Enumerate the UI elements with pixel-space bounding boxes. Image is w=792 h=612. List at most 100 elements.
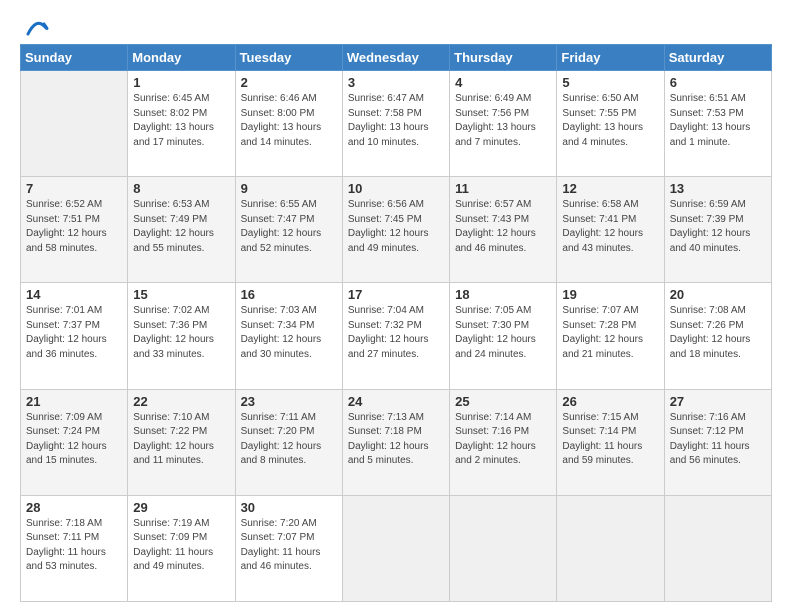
day-info: Sunrise: 7:15 AM Sunset: 7:14 PM Dayligh… <box>562 411 658 469</box>
calendar-cell: 14Sunrise: 7:01 AM Sunset: 7:37 PM Dayli… <box>21 283 128 389</box>
calendar-week-row: 1 Sunrise: 6:45 AM Sunset: 8:02 PM Daylig… <box>21 71 772 177</box>
calendar-cell: 2 Sunrise: 6:46 AM Sunset: 8:00 PM Daylig… <box>235 71 342 177</box>
day-info: Sunrise: 6:53 AM Sunset: 7:49 PM Dayligh… <box>133 198 229 256</box>
day-number: 28 <box>26 500 122 515</box>
calendar-cell: 16 Sunrise: 7:03 AM Sunset: 7:34 PM Dayli… <box>235 283 342 389</box>
day-info: Sunrise: 7:19 AM Sunset: 7:09 PM Dayligh… <box>133 517 229 575</box>
day-number: 19 <box>562 287 658 302</box>
day-number: 8 <box>133 181 229 196</box>
day-info: Sunrise: 6:45 AM Sunset: 8:02 PM Dayligh… <box>133 92 229 150</box>
day-number: 4 <box>455 75 551 90</box>
calendar-cell: 4 Sunrise: 6:49 AM Sunset: 7:56 PM Daylig… <box>450 71 557 177</box>
calendar-week-row: 14Sunrise: 7:01 AM Sunset: 7:37 PM Dayli… <box>21 283 772 389</box>
calendar-table: SundayMondayTuesdayWednesdayThursdayFrid… <box>20 44 772 602</box>
calendar-cell <box>21 71 128 177</box>
calendar-week-row: 7 Sunrise: 6:52 AM Sunset: 7:51 PM Daylig… <box>21 177 772 283</box>
weekday-header-sunday: Sunday <box>21 45 128 71</box>
day-number: 5 <box>562 75 658 90</box>
calendar-cell: 17 Sunrise: 7:04 AM Sunset: 7:32 PM Dayli… <box>342 283 449 389</box>
day-number: 10 <box>348 181 444 196</box>
day-number: 1 <box>133 75 229 90</box>
day-info: Sunrise: 7:09 AM Sunset: 7:24 PM Dayligh… <box>26 411 122 469</box>
calendar-cell <box>450 495 557 601</box>
day-info: Sunrise: 7:05 AM Sunset: 7:30 PM Dayligh… <box>455 304 551 362</box>
day-info: Sunrise: 7:04 AM Sunset: 7:32 PM Dayligh… <box>348 304 444 362</box>
day-info: Sunrise: 7:03 AM Sunset: 7:34 PM Dayligh… <box>241 304 337 362</box>
calendar-cell: 30 Sunrise: 7:20 AM Sunset: 7:07 PM Dayli… <box>235 495 342 601</box>
calendar-cell: 28 Sunrise: 7:18 AM Sunset: 7:11 PM Dayli… <box>21 495 128 601</box>
logo-icon <box>22 16 50 40</box>
calendar-cell: 5 Sunrise: 6:50 AM Sunset: 7:55 PM Daylig… <box>557 71 664 177</box>
day-info: Sunrise: 6:49 AM Sunset: 7:56 PM Dayligh… <box>455 92 551 150</box>
day-info: Sunrise: 7:02 AM Sunset: 7:36 PM Dayligh… <box>133 304 229 362</box>
day-info: Sunrise: 6:56 AM Sunset: 7:45 PM Dayligh… <box>348 198 444 256</box>
day-info: Sunrise: 7:18 AM Sunset: 7:11 PM Dayligh… <box>26 517 122 575</box>
day-number: 29 <box>133 500 229 515</box>
calendar-cell: 15Sunrise: 7:02 AM Sunset: 7:36 PM Dayli… <box>128 283 235 389</box>
weekday-header-saturday: Saturday <box>664 45 771 71</box>
day-info: Sunrise: 7:16 AM Sunset: 7:12 PM Dayligh… <box>670 411 766 469</box>
calendar-cell: 21 Sunrise: 7:09 AM Sunset: 7:24 PM Dayli… <box>21 389 128 495</box>
day-info: Sunrise: 7:14 AM Sunset: 7:16 PM Dayligh… <box>455 411 551 469</box>
calendar-cell: 13 Sunrise: 6:59 AM Sunset: 7:39 PM Dayli… <box>664 177 771 283</box>
calendar-cell: 29 Sunrise: 7:19 AM Sunset: 7:09 PM Dayli… <box>128 495 235 601</box>
day-number: 12 <box>562 181 658 196</box>
calendar-cell: 12 Sunrise: 6:58 AM Sunset: 7:41 PM Dayli… <box>557 177 664 283</box>
calendar-cell: 11 Sunrise: 6:57 AM Sunset: 7:43 PM Dayli… <box>450 177 557 283</box>
calendar-cell: 6 Sunrise: 6:51 AM Sunset: 7:53 PM Daylig… <box>664 71 771 177</box>
day-info: Sunrise: 6:55 AM Sunset: 7:47 PM Dayligh… <box>241 198 337 256</box>
calendar-week-row: 21 Sunrise: 7:09 AM Sunset: 7:24 PM Dayli… <box>21 389 772 495</box>
day-info: Sunrise: 6:51 AM Sunset: 7:53 PM Dayligh… <box>670 92 766 150</box>
calendar-cell <box>664 495 771 601</box>
day-info: Sunrise: 6:57 AM Sunset: 7:43 PM Dayligh… <box>455 198 551 256</box>
calendar-cell: 7 Sunrise: 6:52 AM Sunset: 7:51 PM Daylig… <box>21 177 128 283</box>
weekday-header-tuesday: Tuesday <box>235 45 342 71</box>
day-number: 11 <box>455 181 551 196</box>
day-number: 30 <box>241 500 337 515</box>
calendar-cell: 8 Sunrise: 6:53 AM Sunset: 7:49 PM Daylig… <box>128 177 235 283</box>
day-number: 2 <box>241 75 337 90</box>
calendar-cell: 27 Sunrise: 7:16 AM Sunset: 7:12 PM Dayli… <box>664 389 771 495</box>
day-number: 3 <box>348 75 444 90</box>
day-info: Sunrise: 6:58 AM Sunset: 7:41 PM Dayligh… <box>562 198 658 256</box>
calendar-header-row: SundayMondayTuesdayWednesdayThursdayFrid… <box>21 45 772 71</box>
calendar-cell <box>557 495 664 601</box>
weekday-header-friday: Friday <box>557 45 664 71</box>
day-info: Sunrise: 7:01 AM Sunset: 7:37 PM Dayligh… <box>26 304 122 362</box>
day-number: 17 <box>348 287 444 302</box>
day-info: Sunrise: 7:20 AM Sunset: 7:07 PM Dayligh… <box>241 517 337 575</box>
calendar-cell: 26Sunrise: 7:15 AM Sunset: 7:14 PM Dayli… <box>557 389 664 495</box>
day-number: 9 <box>241 181 337 196</box>
day-info: Sunrise: 6:46 AM Sunset: 8:00 PM Dayligh… <box>241 92 337 150</box>
calendar-cell: 1 Sunrise: 6:45 AM Sunset: 8:02 PM Daylig… <box>128 71 235 177</box>
day-number: 23 <box>241 394 337 409</box>
day-number: 20 <box>670 287 766 302</box>
calendar-cell: 3 Sunrise: 6:47 AM Sunset: 7:58 PM Daylig… <box>342 71 449 177</box>
day-info: Sunrise: 6:59 AM Sunset: 7:39 PM Dayligh… <box>670 198 766 256</box>
day-number: 6 <box>670 75 766 90</box>
day-info: Sunrise: 7:08 AM Sunset: 7:26 PM Dayligh… <box>670 304 766 362</box>
calendar-cell: 24Sunrise: 7:13 AM Sunset: 7:18 PM Dayli… <box>342 389 449 495</box>
calendar-cell <box>342 495 449 601</box>
weekday-header-thursday: Thursday <box>450 45 557 71</box>
calendar-cell: 19 Sunrise: 7:07 AM Sunset: 7:28 PM Dayli… <box>557 283 664 389</box>
calendar-cell: 23 Sunrise: 7:11 AM Sunset: 7:20 PM Dayli… <box>235 389 342 495</box>
calendar-cell: 9 Sunrise: 6:55 AM Sunset: 7:47 PM Daylig… <box>235 177 342 283</box>
day-number: 22 <box>133 394 229 409</box>
day-number: 27 <box>670 394 766 409</box>
day-info: Sunrise: 7:07 AM Sunset: 7:28 PM Dayligh… <box>562 304 658 362</box>
weekday-header-wednesday: Wednesday <box>342 45 449 71</box>
day-number: 21 <box>26 394 122 409</box>
day-number: 25 <box>455 394 551 409</box>
day-number: 7 <box>26 181 122 196</box>
calendar-cell: 10 Sunrise: 6:56 AM Sunset: 7:45 PM Dayli… <box>342 177 449 283</box>
day-number: 18 <box>455 287 551 302</box>
day-info: Sunrise: 6:47 AM Sunset: 7:58 PM Dayligh… <box>348 92 444 150</box>
day-number: 16 <box>241 287 337 302</box>
day-number: 13 <box>670 181 766 196</box>
day-info: Sunrise: 6:52 AM Sunset: 7:51 PM Dayligh… <box>26 198 122 256</box>
day-info: Sunrise: 7:11 AM Sunset: 7:20 PM Dayligh… <box>241 411 337 469</box>
calendar-cell: 22Sunrise: 7:10 AM Sunset: 7:22 PM Dayli… <box>128 389 235 495</box>
day-info: Sunrise: 6:50 AM Sunset: 7:55 PM Dayligh… <box>562 92 658 150</box>
page: SundayMondayTuesdayWednesdayThursdayFrid… <box>0 0 792 612</box>
